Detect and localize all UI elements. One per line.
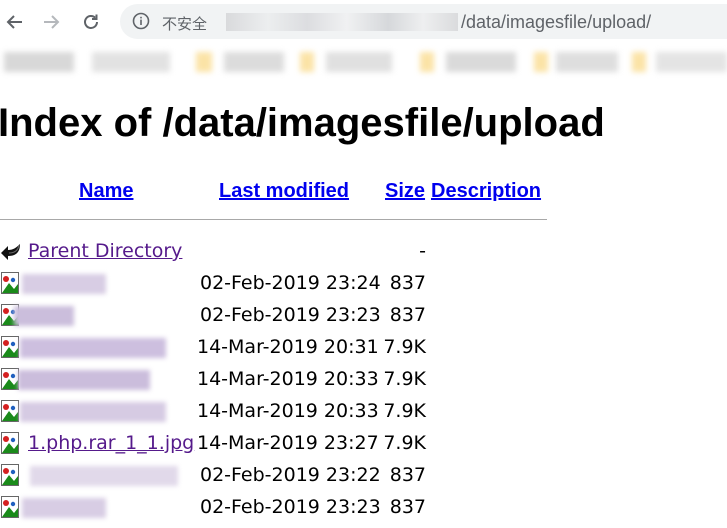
- name-column-header[interactable]: Name: [79, 180, 133, 203]
- file-size: 7.9K: [383, 400, 426, 422]
- image-file-icon: [0, 335, 22, 359]
- parent-directory-icon: [0, 239, 22, 263]
- forward-button[interactable]: [38, 10, 64, 34]
- parent-directory-row: Parent Directory -: [0, 236, 727, 268]
- file-modified: 14-Mar-2019 20:33: [197, 368, 379, 390]
- bookmark-item[interactable]: [326, 52, 392, 72]
- file-size: 7.9K: [383, 432, 426, 454]
- image-file-icon: [0, 431, 22, 455]
- file-modified: 14-Mar-2019 20:31: [197, 336, 379, 358]
- parent-size: -: [419, 240, 426, 262]
- redacted-file-link[interactable]: [14, 306, 74, 326]
- forward-arrow-icon: [44, 15, 60, 29]
- file-row: 02-Feb-2019 23:23 837: [0, 492, 727, 524]
- info-icon[interactable]: [132, 12, 150, 30]
- file-modified: 02-Feb-2019 23:24: [200, 272, 381, 294]
- redacted-file-link[interactable]: [20, 338, 166, 358]
- file-size: 7.9K: [383, 336, 426, 358]
- file-size: 7.9K: [383, 368, 426, 390]
- url-path[interactable]: /data/imagesfile/upload/: [461, 12, 651, 33]
- parent-directory-link[interactable]: Parent Directory: [28, 240, 182, 262]
- file-size: 837: [389, 496, 426, 518]
- file-row: 14-Mar-2019 20:33 7.9K: [0, 364, 727, 396]
- bookmark-item[interactable]: [534, 52, 548, 72]
- bookmark-item[interactable]: [300, 52, 314, 72]
- reload-button[interactable]: [78, 10, 104, 34]
- redacted-file-link[interactable]: [22, 498, 106, 518]
- bookmark-item[interactable]: [92, 52, 170, 72]
- bookmarks-bar: [0, 44, 727, 80]
- file-row: 14-Mar-2019 20:33 7.9K: [0, 396, 727, 428]
- file-modified: 14-Mar-2019 23:27: [197, 432, 379, 454]
- redacted-host: [226, 13, 458, 31]
- file-modified: 02-Feb-2019 23:23: [200, 496, 381, 518]
- bookmark-item[interactable]: [656, 52, 727, 72]
- file-row: 02-Feb-2019 23:22 837: [0, 460, 727, 492]
- bookmark-item[interactable]: [4, 52, 74, 72]
- file-size: 837: [389, 304, 426, 326]
- size-column-header[interactable]: Size: [385, 180, 425, 203]
- file-row: 02-Feb-2019 23:23 837: [0, 300, 727, 332]
- bookmark-item[interactable]: [632, 52, 646, 72]
- redacted-file-link[interactable]: [18, 370, 150, 390]
- bookmark-item[interactable]: [224, 52, 284, 72]
- back-button[interactable]: [2, 10, 28, 34]
- address-bar[interactable]: 不安全 /data/imagesfile/upload/: [120, 4, 727, 39]
- browser-toolbar: 不安全 /data/imagesfile/upload/: [0, 0, 727, 44]
- bookmark-item[interactable]: [420, 52, 434, 72]
- back-arrow-icon: [6, 15, 22, 29]
- bookmark-item[interactable]: [196, 52, 212, 72]
- image-file-icon: [0, 271, 22, 295]
- file-row: 1.php.rar_1_1.jpg 14-Mar-2019 23:27 7.9K: [0, 428, 727, 460]
- header-divider: [0, 219, 547, 220]
- last-modified-column-header[interactable]: Last modified: [219, 180, 349, 203]
- image-file-icon: [0, 399, 22, 423]
- redacted-file-link[interactable]: [22, 274, 106, 294]
- file-link[interactable]: 1.php.rar_1_1.jpg: [28, 432, 194, 454]
- file-modified: 02-Feb-2019 23:22: [200, 464, 381, 486]
- description-column-header[interactable]: Description: [431, 180, 541, 203]
- image-file-icon: [0, 463, 22, 487]
- file-modified: 02-Feb-2019 23:23: [200, 304, 381, 326]
- file-row: 02-Feb-2019 23:24 837: [0, 268, 727, 300]
- redacted-file-link[interactable]: [30, 466, 178, 486]
- bookmark-item[interactable]: [556, 52, 618, 72]
- image-file-icon: [0, 495, 22, 519]
- file-modified: 14-Mar-2019 20:33: [197, 400, 379, 422]
- file-size: 837: [389, 272, 426, 294]
- file-size: 837: [389, 464, 426, 486]
- file-row: 14-Mar-2019 20:31 7.9K: [0, 332, 727, 364]
- security-label[interactable]: 不安全: [162, 13, 207, 34]
- reload-icon: [84, 14, 98, 29]
- redacted-file-link[interactable]: [20, 402, 166, 422]
- page-title: Index of /data/imagesfile/upload: [0, 101, 605, 145]
- bookmark-item[interactable]: [446, 52, 516, 72]
